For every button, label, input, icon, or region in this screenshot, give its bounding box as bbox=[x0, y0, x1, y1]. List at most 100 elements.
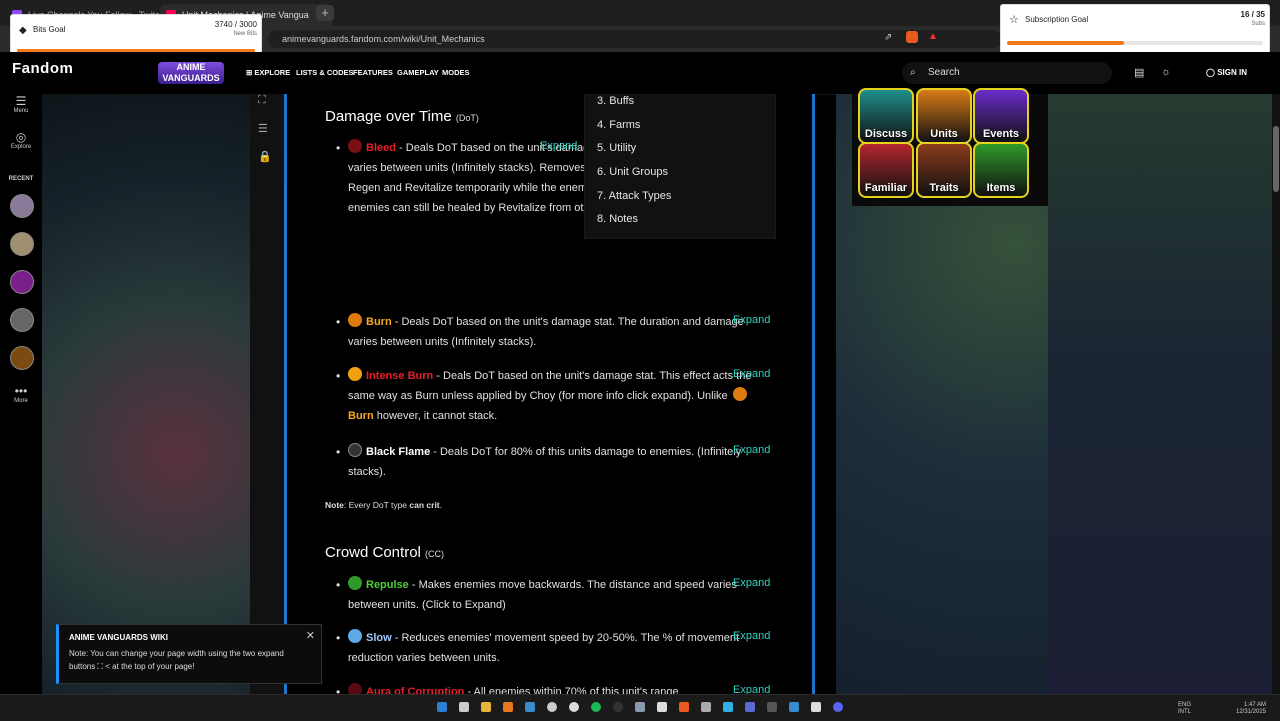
table-of-contents: 3. Buffs 4. Farms 5. Utility 6. Unit Gro… bbox=[584, 94, 776, 239]
black-flame-icon bbox=[348, 443, 362, 457]
bits-goal-sub: New Bits bbox=[233, 31, 257, 37]
recent-wiki-3[interactable] bbox=[10, 270, 34, 294]
notice-title: ANIME VANGUARDS WIKI bbox=[69, 633, 168, 642]
expand-bleed-button[interactable]: Expand bbox=[540, 140, 577, 152]
burn-link[interactable]: Burn bbox=[348, 410, 374, 422]
brave-rewards-icon[interactable]: ▲ bbox=[928, 31, 938, 42]
toc-item-farms[interactable]: 4. Farms bbox=[597, 119, 640, 131]
recent-wiki-2[interactable] bbox=[10, 232, 34, 256]
tile-items[interactable]: Items bbox=[973, 142, 1029, 198]
terminal-icon[interactable] bbox=[767, 702, 777, 712]
intense-burn-link[interactable]: Intense Burn bbox=[366, 370, 433, 382]
compass-icon: ◎ bbox=[15, 130, 27, 144]
app-icon[interactable] bbox=[547, 702, 557, 712]
tile-units[interactable]: Units bbox=[916, 88, 972, 144]
fandom-logo[interactable]: Fandom bbox=[12, 60, 73, 77]
burn-icon bbox=[732, 387, 747, 401]
recent-wiki-4[interactable] bbox=[10, 308, 34, 332]
expand-aura-button[interactable]: Expand bbox=[733, 684, 770, 694]
search-icon: ⌕ bbox=[910, 67, 916, 78]
settings-icon[interactable] bbox=[701, 702, 711, 712]
toc-item-buffs[interactable]: 3. Buffs bbox=[597, 95, 634, 107]
toc-item-utility[interactable]: 5. Utility bbox=[597, 142, 636, 154]
slow-link[interactable]: Slow bbox=[366, 632, 392, 644]
recent-wiki-1[interactable] bbox=[10, 194, 34, 218]
app-icon[interactable] bbox=[745, 702, 755, 712]
vlc-icon[interactable] bbox=[503, 702, 513, 712]
left-rail: ☰ Menu ◎ Explore RECENT ••• More bbox=[0, 94, 42, 720]
tile-traits[interactable]: Traits bbox=[916, 142, 972, 198]
steam-icon[interactable] bbox=[569, 702, 579, 712]
app-icon[interactable] bbox=[525, 702, 535, 712]
bits-goal-count: 3740 / 3000 bbox=[214, 20, 257, 29]
burn-link[interactable]: Burn bbox=[366, 316, 392, 328]
corruption-icon bbox=[348, 683, 362, 694]
notepad-icon[interactable] bbox=[459, 702, 469, 712]
nav-lists-codes[interactable]: LISTS & CODES bbox=[296, 68, 354, 77]
file-explorer-icon[interactable] bbox=[481, 702, 491, 712]
tile-discuss[interactable]: Discuss bbox=[858, 88, 914, 144]
discord-icon[interactable] bbox=[833, 702, 843, 712]
lock-icon[interactable]: 🔒 bbox=[258, 150, 272, 163]
expand-intense-burn-button[interactable]: Expand bbox=[733, 368, 770, 380]
explore-button[interactable]: ◎ Explore bbox=[0, 130, 42, 150]
burn-icon bbox=[348, 313, 362, 327]
scrollbar-thumb[interactable] bbox=[1273, 126, 1279, 192]
nav-gameplay[interactable]: GAMEPLAY bbox=[397, 68, 439, 77]
more-dots-icon: ••• bbox=[14, 384, 28, 398]
entry-burn: • Burn - Deals DoT based on the unit's d… bbox=[336, 313, 744, 348]
close-icon[interactable]: ✕ bbox=[306, 629, 315, 642]
toc-item-unit-groups[interactable]: 6. Unit Groups bbox=[597, 166, 668, 178]
bits-icon: ◆ bbox=[19, 25, 27, 36]
expand-black-flame-button[interactable]: Expand bbox=[733, 444, 770, 456]
sign-in-button[interactable]: ◯ SIGN IN bbox=[1206, 68, 1247, 77]
app-icon[interactable] bbox=[789, 702, 799, 712]
recent-label: RECENT bbox=[8, 176, 34, 182]
share-icon[interactable]: ⇗ bbox=[884, 32, 892, 43]
app-icon[interactable] bbox=[723, 702, 733, 712]
page-tools: ⛶ ☰ 🔒 bbox=[250, 94, 284, 694]
theme-toggle-icon[interactable]: ☼ bbox=[1161, 66, 1171, 78]
sub-goal-overlay: ☆ Subscription Goal 16 / 35 Subs bbox=[1000, 4, 1270, 54]
expand-repulse-button[interactable]: Expand bbox=[733, 577, 770, 589]
brave-icon[interactable] bbox=[679, 702, 689, 712]
nav-modes[interactable]: MODES bbox=[442, 68, 470, 77]
search-box[interactable]: ⌕ Search bbox=[902, 62, 1112, 84]
section-heading-cc: Crowd Control (CC) bbox=[325, 544, 445, 561]
bleed-link[interactable]: Bleed bbox=[366, 142, 396, 154]
nav-features[interactable]: FEATURES bbox=[353, 68, 393, 77]
nav-explore[interactable]: ⊞ EXPLORE bbox=[246, 68, 290, 77]
app-icon[interactable] bbox=[811, 702, 821, 712]
toc-item-attack-types[interactable]: 7. Attack Types bbox=[597, 190, 671, 202]
repulse-link[interactable]: Repulse bbox=[366, 579, 409, 591]
entry-intense-burn: • Intense Burn - Deals DoT based on the … bbox=[336, 367, 752, 422]
new-tab-button[interactable]: + bbox=[316, 5, 334, 21]
epic-icon[interactable] bbox=[657, 702, 667, 712]
aura-of-corruption-link[interactable]: Aura of Corruption bbox=[366, 686, 464, 694]
expand-slow-button[interactable]: Expand bbox=[733, 630, 770, 642]
menu-button[interactable]: ☰ Menu bbox=[0, 94, 42, 114]
clock[interactable]: 1:47 AM 12/31/2025 bbox=[1236, 702, 1266, 716]
expand-burn-button[interactable]: Expand bbox=[733, 314, 770, 326]
entry-slow: • Slow - Reduces enemies' movement speed… bbox=[336, 629, 740, 664]
intense-burn-icon bbox=[348, 367, 362, 381]
recent-wiki-5[interactable] bbox=[10, 346, 34, 370]
tile-events[interactable]: Events bbox=[973, 88, 1029, 144]
user-icon: ◯ bbox=[1206, 68, 1218, 77]
app-icon[interactable] bbox=[635, 702, 645, 712]
toc-icon[interactable]: ☰ bbox=[258, 122, 268, 135]
spotify-icon[interactable] bbox=[591, 702, 601, 712]
toc-item-notes[interactable]: 8. Notes bbox=[597, 213, 638, 225]
tile-familiar[interactable]: Familiar bbox=[858, 142, 914, 198]
anime-vanguards-logo[interactable]: ANIME VANGUARDS bbox=[158, 62, 224, 84]
more-button[interactable]: ••• More bbox=[0, 384, 42, 404]
entry-repulse: • Repulse - Makes enemies move backwards… bbox=[336, 576, 737, 611]
expand-width-icon[interactable]: ⛶ bbox=[258, 94, 266, 107]
obs-icon[interactable] bbox=[613, 702, 623, 712]
black-flame-link[interactable]: Black Flame bbox=[366, 446, 430, 458]
language-indicator[interactable]: ENG INTL bbox=[1178, 702, 1191, 716]
entry-black-flame: • Black Flame - Deals DoT for 80% of thi… bbox=[336, 443, 742, 478]
brave-shield-icon[interactable] bbox=[906, 31, 918, 43]
chat-icon[interactable]: ▤ bbox=[1134, 66, 1144, 79]
start-icon[interactable] bbox=[437, 702, 447, 712]
